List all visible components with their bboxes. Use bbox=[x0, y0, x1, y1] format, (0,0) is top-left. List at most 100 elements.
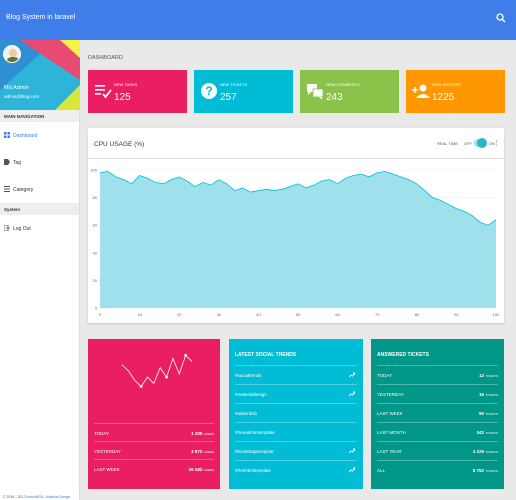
x-tick-label: 90 bbox=[454, 312, 459, 317]
footer-link[interactable]: AdminBSB - Material Design bbox=[26, 495, 70, 499]
stat-row: YESTERDAY 3 872 USERS bbox=[94, 441, 214, 459]
trend-tag: #adminbsb bbox=[235, 411, 258, 416]
sidebar-item-label: Log Out bbox=[13, 226, 31, 232]
ticket-value: 4 225 TICKETS bbox=[472, 449, 498, 454]
trend-tag: #socialtrends bbox=[235, 373, 262, 378]
stat-label: LAST WEEK bbox=[94, 467, 120, 472]
sidebar-item-dashboard[interactable]: Dashboard bbox=[0, 122, 79, 149]
ticket-row: TODAY 12 TICKETS bbox=[377, 365, 498, 383]
top-bar: Blog System in laravel bbox=[0, 0, 516, 40]
ticket-label: LAST YEAR bbox=[377, 449, 402, 454]
y-tick-label: 100 bbox=[90, 168, 97, 173]
tile-new-visitors[interactable]: NEW VISITORS 1225 bbox=[406, 70, 505, 113]
user-email: admin@blog.com bbox=[4, 94, 40, 99]
trending-up-icon bbox=[349, 372, 355, 378]
trends-title: LATEST SOCIAL TRENDS bbox=[235, 352, 297, 358]
ticket-row: LAST WEEK 90 TICKETS bbox=[377, 403, 498, 421]
trending-up-icon bbox=[349, 448, 355, 454]
y-tick-label: 80 bbox=[93, 195, 98, 200]
ticket-value: 342 TICKETS bbox=[476, 430, 498, 435]
x-tick-label: 100 bbox=[493, 312, 500, 317]
social-trends-card: LATEST SOCIAL TRENDS #socialtrends #mater… bbox=[229, 339, 363, 489]
logout-icon bbox=[4, 225, 10, 231]
trend-tag: #freeadmintemplate bbox=[235, 430, 275, 435]
ticket-value: 15 TICKETS bbox=[479, 392, 498, 397]
tile-new-tasks[interactable]: NEW TASKS 125 bbox=[88, 70, 187, 113]
sidebar-item-label: Category bbox=[13, 187, 34, 193]
copyright: © 2016 - 2017 AdminBSB - Material Design bbox=[3, 495, 70, 499]
x-tick-label: 50 bbox=[296, 312, 301, 317]
dashboard-icon bbox=[4, 132, 10, 138]
trend-item[interactable]: #materialdesign bbox=[235, 384, 357, 402]
cpu-usage-card: CPU USAGE (%) REAL TIME OFF ON ⋮ 0 20 40 60… bbox=[88, 128, 504, 323]
user-name: Md.Admin bbox=[4, 85, 29, 91]
page-title: DASHBOARD bbox=[88, 55, 123, 61]
ticket-row: LAST MONTH 342 TICKETS bbox=[377, 422, 498, 440]
y-tick-label: 60 bbox=[93, 223, 98, 228]
tile-new-tickets[interactable]: ? NEW TICKETS 257 bbox=[194, 70, 293, 113]
sidebar-item-label: Tag bbox=[13, 160, 22, 166]
sidebar: Md.Admin admin@blog.com MAIN NAVIGATION … bbox=[0, 40, 80, 500]
trend-item[interactable]: #bootstraptemplate bbox=[235, 441, 357, 459]
help-circle-icon: ? bbox=[201, 83, 217, 99]
stat-row: TODAY 1 200 USERS bbox=[94, 423, 214, 441]
cpu-area bbox=[100, 171, 496, 308]
x-tick-label: 10 bbox=[137, 312, 142, 317]
answered-tickets-card: ANSWERED TICKETS TODAY 12 TICKETS YESTERDA… bbox=[371, 339, 504, 489]
stat-value: 26 582 USERS bbox=[188, 467, 214, 472]
trend-item[interactable]: #freehtmltemplate bbox=[235, 460, 357, 478]
stat-value: 3 872 USERS bbox=[191, 449, 214, 454]
user-profile: Md.Admin admin@blog.com bbox=[0, 40, 80, 110]
trend-tag: #freehtmltemplate bbox=[235, 468, 272, 473]
avatar[interactable] bbox=[3, 45, 21, 63]
trend-tag: #materialdesign bbox=[235, 392, 267, 397]
ticket-value: 8 752 TICKETS bbox=[472, 468, 498, 473]
ticket-label: LAST WEEK bbox=[377, 411, 403, 416]
forum-icon bbox=[307, 84, 324, 100]
x-tick-label: 70 bbox=[375, 312, 380, 317]
stat-label: YESTERDAY bbox=[94, 449, 121, 454]
ticket-label: YESTERDAY bbox=[377, 392, 404, 397]
ticket-value: 90 TICKETS bbox=[479, 411, 498, 416]
sparkline-point bbox=[184, 353, 188, 357]
tile-value: 243 bbox=[326, 92, 343, 103]
trend-item[interactable]: #freeadmintemplate bbox=[235, 422, 357, 440]
social-users-card: TODAY 1 200 USERS YESTERDAY 3 872 USERS LAST… bbox=[88, 339, 220, 489]
trend-tag: #bootstraptemplate bbox=[235, 449, 274, 454]
trend-item[interactable]: #adminbsb bbox=[235, 403, 357, 421]
stat-label: TODAY bbox=[94, 431, 110, 436]
x-tick-label: 80 bbox=[415, 312, 420, 317]
ticket-value: 12 TICKETS bbox=[479, 373, 498, 378]
x-tick-label: 40 bbox=[256, 312, 261, 317]
trend-item[interactable]: #socialtrends bbox=[235, 365, 357, 383]
app-title[interactable]: Blog System in laravel bbox=[6, 14, 75, 21]
ticket-label: ALL bbox=[377, 468, 386, 473]
tile-label: NEW TICKETS bbox=[220, 82, 248, 87]
ticket-row: YESTERDAY 15 TICKETS bbox=[377, 384, 498, 402]
ticket-row: LAST YEAR 4 225 TICKETS bbox=[377, 441, 498, 459]
y-tick-label: 20 bbox=[93, 278, 98, 283]
trending-up-icon bbox=[349, 391, 355, 397]
tile-value: 125 bbox=[114, 92, 131, 103]
tile-value: 257 bbox=[220, 92, 237, 103]
sparkline-point bbox=[165, 375, 168, 379]
tickets-title: ANSWERED TICKETS bbox=[377, 352, 429, 358]
copyright-text: © 2016 - 2017 bbox=[3, 495, 27, 499]
sparkline-line bbox=[121, 354, 193, 388]
tile-label: NEW TASKS bbox=[114, 82, 138, 87]
x-tick-label: 0 bbox=[99, 312, 102, 317]
tile-new-comments[interactable]: NEW COMMENTS 243 bbox=[300, 70, 399, 113]
sidebar-item-tag[interactable]: Tag bbox=[0, 149, 79, 176]
y-tick-label: 0 bbox=[95, 306, 98, 311]
x-tick-label: 20 bbox=[177, 312, 182, 317]
sidebar-item-logout[interactable]: Log Out bbox=[0, 215, 79, 242]
tile-label: NEW COMMENTS bbox=[326, 82, 360, 87]
search-icon[interactable] bbox=[496, 13, 506, 23]
stat-row: LAST WEEK 26 582 USERS bbox=[94, 459, 214, 477]
sidebar-item-category[interactable]: Category bbox=[0, 176, 79, 203]
ticket-label: LAST MONTH bbox=[377, 430, 406, 435]
system-heading: System bbox=[0, 203, 79, 215]
tile-label: NEW VISITORS bbox=[432, 82, 462, 87]
person-add-icon bbox=[412, 84, 430, 98]
x-tick-label: 30 bbox=[217, 312, 222, 317]
